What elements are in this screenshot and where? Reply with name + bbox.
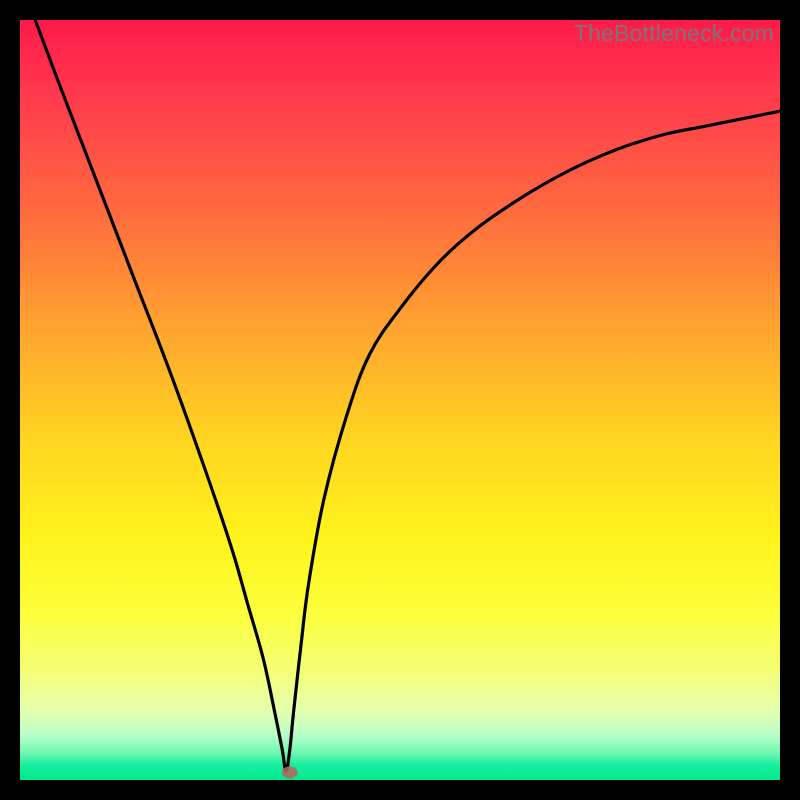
- plot-area: TheBottleneck.com: [20, 20, 780, 780]
- data-curve: [35, 20, 780, 771]
- curve-svg: [20, 20, 780, 780]
- chart-outer-frame: TheBottleneck.com: [0, 0, 800, 800]
- min-marker: [282, 766, 298, 778]
